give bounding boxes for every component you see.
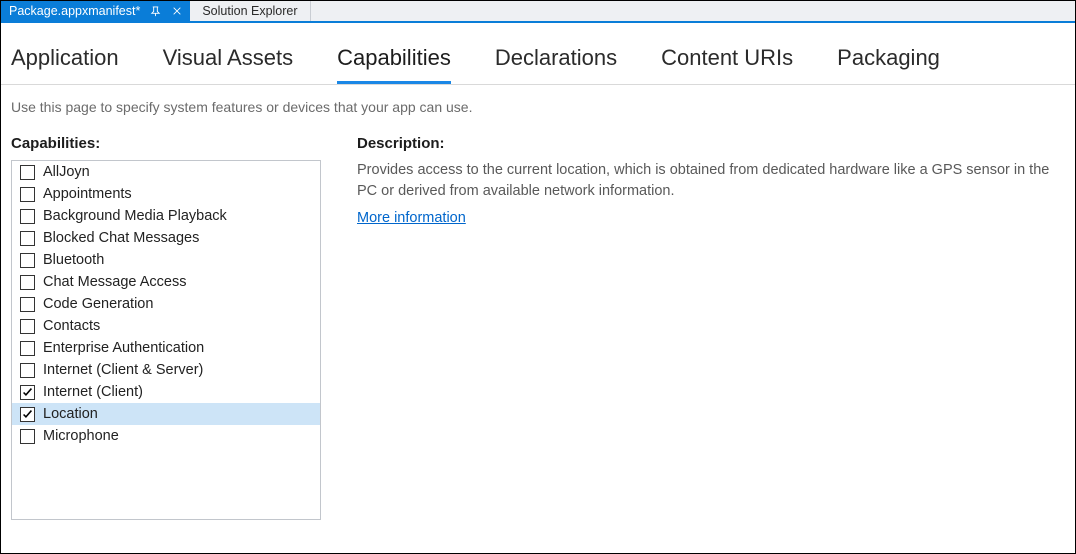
capability-label: Contacts [43,318,100,334]
capability-label: Internet (Client) [43,384,143,400]
nav-tab-visual-assets[interactable]: Visual Assets [163,45,293,84]
capability-item[interactable]: Enterprise Authentication [12,337,320,359]
capability-item[interactable]: Location [12,403,320,425]
checkbox[interactable] [20,407,35,422]
pin-icon[interactable] [148,4,162,18]
capabilities-list[interactable]: AllJoyn Appointments Background Media Play… [11,160,321,520]
nav-tab-packaging[interactable]: Packaging [837,45,940,84]
tab-solution-explorer[interactable]: Solution Explorer [190,1,310,21]
checkbox[interactable] [20,231,35,246]
document-tabbar: Package.appxmanifest* Solution Explorer [1,1,1075,23]
capability-item[interactable]: Internet (Client) [12,381,320,403]
capability-label: Chat Message Access [43,274,186,290]
capability-label: Appointments [43,186,132,202]
capability-label: Background Media Playback [43,208,227,224]
capability-item[interactable]: Code Generation [12,293,320,315]
checkbox[interactable] [20,429,35,444]
capability-item[interactable]: Contacts [12,315,320,337]
nav-tab-capabilities[interactable]: Capabilities [337,45,451,84]
capability-item[interactable]: AllJoyn [12,161,320,183]
manifest-nav-tabs: Application Visual Assets Capabilities Decl… [1,23,1075,85]
close-icon[interactable] [170,4,184,18]
tab-label: Package.appxmanifest* [9,4,140,18]
capability-label: Internet (Client & Server) [43,362,203,378]
tab-label: Solution Explorer [202,4,297,18]
capability-label: Blocked Chat Messages [43,230,199,246]
page-description: Use this page to specify system features… [1,85,1075,135]
checkbox[interactable] [20,165,35,180]
checkbox[interactable] [20,275,35,290]
capability-label: Bluetooth [43,252,104,268]
checkbox[interactable] [20,319,35,334]
capabilities-panel: Capabilities: AllJoyn Appointments Backgro… [11,135,321,520]
checkbox[interactable] [20,187,35,202]
capability-item[interactable]: Blocked Chat Messages [12,227,320,249]
capability-item[interactable]: Internet (Client & Server) [12,359,320,381]
checkbox[interactable] [20,209,35,224]
capability-label: Microphone [43,428,119,444]
description-panel: Description: Provides access to the curr… [357,135,1065,520]
capability-item[interactable]: Background Media Playback [12,205,320,227]
tab-package-appxmanifest[interactable]: Package.appxmanifest* [1,1,190,21]
checkbox[interactable] [20,253,35,268]
description-text: Provides access to the current location,… [357,160,1065,202]
nav-tab-content-uris[interactable]: Content URIs [661,45,793,84]
capability-item[interactable]: Appointments [12,183,320,205]
capability-item[interactable]: Chat Message Access [12,271,320,293]
capabilities-label: Capabilities: [11,135,321,152]
capability-label: AllJoyn [43,164,90,180]
capability-item[interactable]: Bluetooth [12,249,320,271]
capability-label: Enterprise Authentication [43,340,204,356]
checkbox[interactable] [20,385,35,400]
nav-tab-application[interactable]: Application [11,45,119,84]
capability-label: Location [43,406,98,422]
tabbar-spacer [311,1,1075,21]
checkbox[interactable] [20,363,35,378]
more-information-link[interactable]: More information [357,210,466,226]
checkbox[interactable] [20,341,35,356]
capability-item[interactable]: Microphone [12,425,320,447]
nav-tab-declarations[interactable]: Declarations [495,45,617,84]
capability-label: Code Generation [43,296,153,312]
description-label: Description: [357,135,1065,152]
checkbox[interactable] [20,297,35,312]
main-content: Capabilities: AllJoyn Appointments Backgro… [1,135,1075,520]
